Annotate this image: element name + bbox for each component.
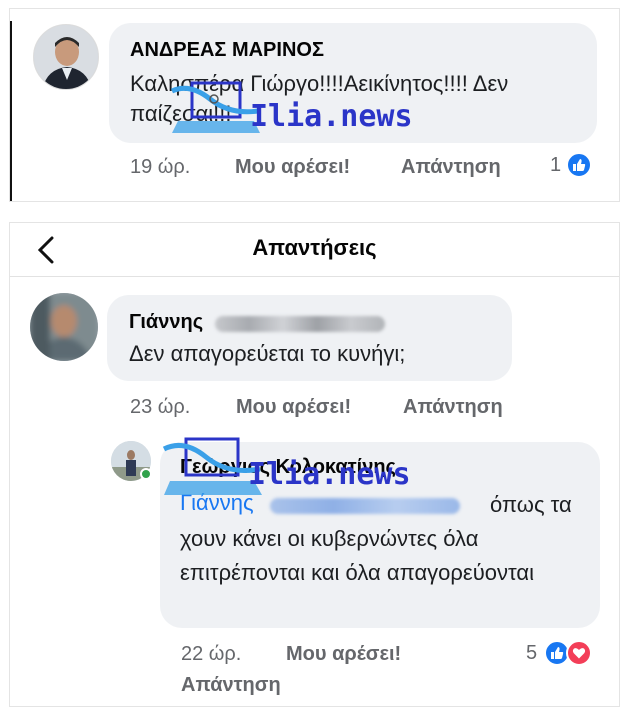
replies-panel: Απαντήσεις Γιάννης Δεν απαγορεύεται το κ… xyxy=(9,222,620,707)
reply-button[interactable]: Απάντηση xyxy=(403,396,503,419)
comment-author[interactable]: Γιάννης xyxy=(129,311,203,334)
love-icon[interactable] xyxy=(566,640,592,666)
like-button[interactable]: Μου αρέσει! xyxy=(236,396,351,419)
comment-time[interactable]: 19 ώρ. xyxy=(130,156,190,179)
online-status-icon xyxy=(140,468,152,480)
comment-time[interactable]: 23 ώρ. xyxy=(130,396,190,419)
replies-header: Απαντήσεις xyxy=(10,223,619,277)
reply-time[interactable]: 22 ώρ. xyxy=(181,643,241,666)
comment-author[interactable]: ΑΝΔΡΕΑΣ ΜΑΡΙΝΟΣ xyxy=(130,39,324,62)
reply-author[interactable]: Γεώργιος Κολοκατίνης xyxy=(180,456,396,479)
avatar-andreas[interactable] xyxy=(33,24,99,90)
comment-bubble-giannis: Γιάννης Δεν απαγορεύεται το κυνήγι; xyxy=(107,295,512,381)
reply-button[interactable]: Απάντηση xyxy=(181,674,281,697)
reply-text: όπως τα χουν κάνει οι κυβερνώντες όλα επ… xyxy=(180,492,572,585)
comment-panel-main: ΑΝΔΡΕΑΣ ΜΑΡΙΝΟΣ Καλησπέρα Γιώργο!!!!Αεικ… xyxy=(9,8,620,202)
like-button[interactable]: Μου αρέσει! xyxy=(286,643,401,666)
like-icon[interactable] xyxy=(566,152,592,178)
page-title: Απαντήσεις xyxy=(252,235,377,260)
thread-line xyxy=(10,21,12,201)
comment-text: Καλησπέρα Γιώργο!!!!Αεικίνητος!!!! Δεν π… xyxy=(130,71,509,126)
comment-bubble: ΑΝΔΡΕΑΣ ΜΑΡΙΝΟΣ Καλησπέρα Γιώργο!!!!Αεικ… xyxy=(109,23,597,143)
avatar-giannis[interactable] xyxy=(30,293,98,361)
reaction-count[interactable]: 1 xyxy=(550,154,561,177)
reaction-count[interactable]: 5 xyxy=(526,642,537,665)
blurred-surname xyxy=(215,316,385,332)
comment-text: Δεν απαγορεύεται το κυνήγι; xyxy=(129,341,406,366)
like-button[interactable]: Μου αρέσει! xyxy=(235,156,350,179)
reply-button[interactable]: Απάντηση xyxy=(401,156,501,179)
reply-bubble-georgios: Γεώργιος Κολοκατίνης Γιάννης όπως τα χου… xyxy=(160,442,600,628)
